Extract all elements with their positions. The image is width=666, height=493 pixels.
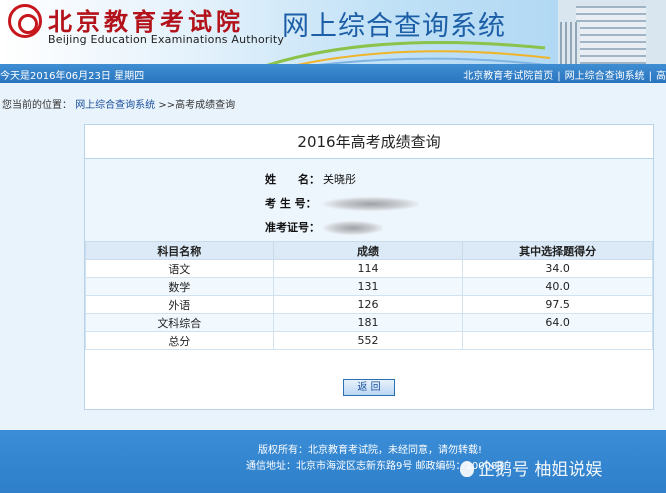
top-nav-links: 北京教育考试院首页 | 网上综合查询系统 | 高: [463, 67, 666, 82]
cell-score: 126: [272, 295, 464, 314]
cell-subject: 数学: [85, 277, 274, 296]
return-button[interactable]: 返 回: [343, 379, 395, 396]
penguin-icon: [460, 461, 474, 477]
cell-subject: 总分: [85, 331, 274, 350]
exam-no-label: 考 生 号：: [265, 197, 317, 210]
info-row-admission-no: 准考证号：: [265, 219, 383, 235]
footer-copyright: 版权所有：北京教育考试院，未经同意，请勿转载!: [258, 445, 483, 456]
logo-chinese-name: 北京教育考试院: [48, 7, 244, 36]
logo-seal-icon: [8, 4, 42, 38]
table-header-row: 科目名称 成绩 其中选择题得分: [85, 241, 653, 260]
table-row: 外语 126 97.5: [85, 295, 653, 314]
header-score: 成绩: [272, 241, 464, 260]
name-label: 姓 名：: [265, 173, 320, 186]
cell-score: 552: [272, 331, 464, 350]
breadcrumb-item-score-query: >>高考成绩查询: [158, 100, 236, 111]
watermark: 企鹅号 柚姐说娱: [460, 455, 602, 480]
table-row: 总分 552: [85, 331, 653, 350]
admission-no-blurred: [323, 221, 383, 235]
cell-score: 181: [272, 313, 464, 332]
cell-choice-score: 64.0: [462, 313, 653, 332]
name-value: 关晓彤: [323, 173, 356, 186]
current-date: 今天是2016年06月23日 星期四: [0, 71, 145, 82]
cell-subject: 外语: [85, 295, 274, 314]
cell-choice-score: [462, 331, 653, 350]
header-choice-score: 其中选择题得分: [462, 241, 653, 260]
table-row: 文科综合 181 64.0: [85, 313, 653, 332]
breadcrumb-item-query-system[interactable]: 网上综合查询系统: [75, 100, 155, 111]
cell-choice-score: 97.5: [462, 295, 653, 314]
nav-separator: |: [557, 71, 561, 82]
table-row: 数学 131 40.0: [85, 277, 653, 296]
logo-english-name: Beijing Education Examinations Authority: [48, 33, 285, 46]
cell-choice-score: 34.0: [462, 259, 653, 278]
cell-score: 114: [272, 259, 464, 278]
candidate-info: 姓 名： 关晓彤 考 生 号： 准考证号：: [85, 159, 653, 241]
cell-score: 131: [272, 277, 464, 296]
watermark-text: 企鹅号 柚姐说娱: [478, 460, 603, 480]
info-row-name: 姓 名： 关晓彤: [265, 171, 356, 187]
panel-title: 2016年高考成绩查询: [85, 125, 653, 159]
cell-choice-score: 40.0: [462, 277, 653, 296]
swoosh-decoration-icon: [266, 40, 551, 64]
nav-link-truncated[interactable]: 高: [656, 71, 666, 82]
table-row: 语文 114 34.0: [85, 259, 653, 278]
site-header: 北京教育考试院 Beijing Education Examinations A…: [0, 0, 666, 64]
nav-separator: |: [648, 71, 652, 82]
scores-table: 科目名称 成绩 其中选择题得分 语文 114 34.0 数学 131 40.0 …: [85, 241, 653, 350]
score-panel: 2016年高考成绩查询 姓 名： 关晓彤 考 生 号： 准考证号： 科目名称 成绩…: [84, 124, 654, 410]
building-photo: [558, 0, 666, 64]
top-nav-bar: 今天是2016年06月23日 星期四 北京教育考试院首页 | 网上综合查询系统 | 高: [0, 64, 666, 83]
header-subject: 科目名称: [85, 241, 274, 260]
info-row-exam-no: 考 生 号：: [265, 195, 419, 211]
nav-link-query-system[interactable]: 网上综合查询系统: [565, 71, 645, 82]
exam-no-blurred: [323, 197, 419, 211]
nav-link-authority-home[interactable]: 北京教育考试院首页: [463, 71, 553, 82]
admission-no-label: 准考证号：: [265, 221, 320, 234]
breadcrumb: 您当前的位置： 网上综合查询系统 >>高考成绩查询: [2, 96, 235, 111]
breadcrumb-prefix: 您当前的位置：: [2, 100, 72, 111]
cell-subject: 语文: [85, 259, 274, 278]
cell-subject: 文科综合: [85, 313, 274, 332]
